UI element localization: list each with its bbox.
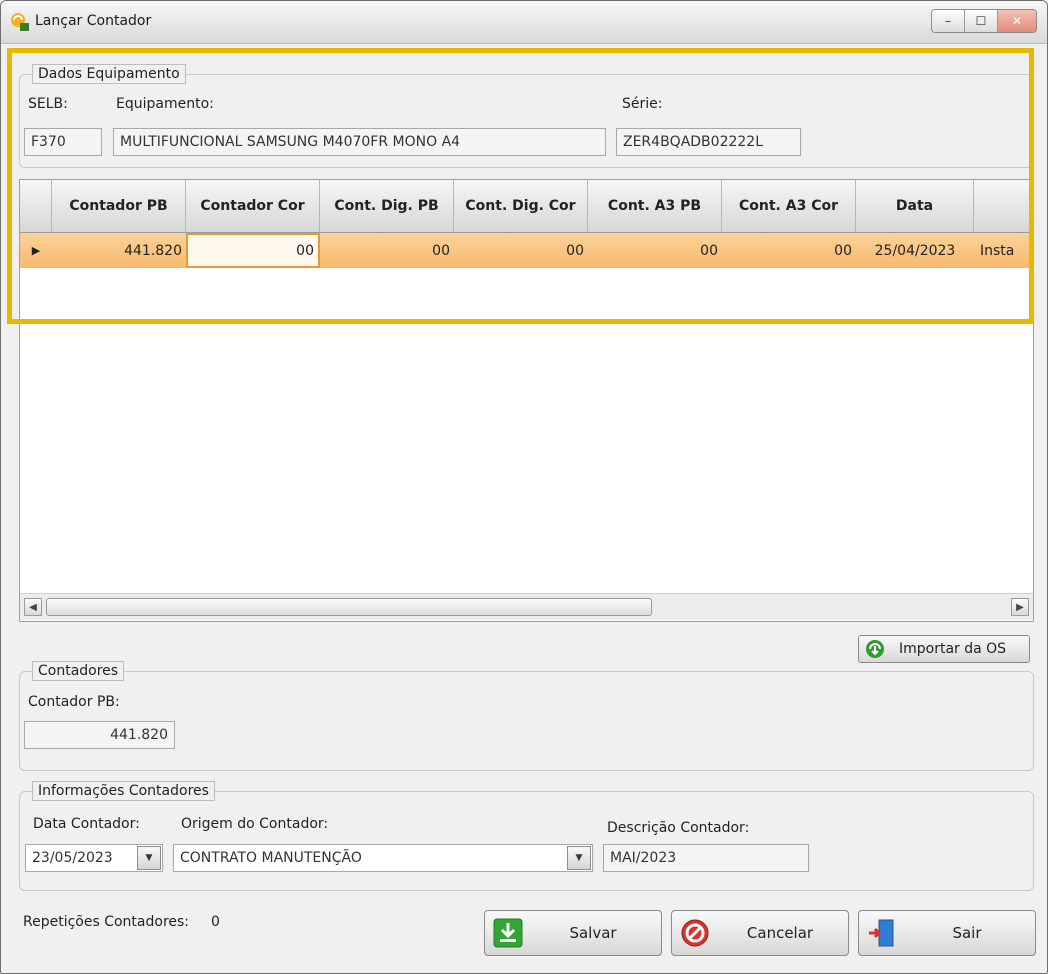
grid-header-indicator [20,180,52,232]
cell-cont-dig-pb[interactable]: 00 [320,233,454,268]
cell-cont-dig-cor[interactable]: 00 [454,233,588,268]
col-contador-cor[interactable]: Contador Cor [186,180,320,232]
cell-next[interactable]: Insta [974,233,1033,268]
window-title: Lançar Contador [35,13,152,29]
app-logo-icon [11,13,29,31]
data-contador-label: Data Contador: [33,816,140,832]
col-contador-pb[interactable]: Contador PB [52,180,186,232]
contadores-grid[interactable]: Contador PB Contador Cor Cont. Dig. PB C… [19,179,1034,622]
table-row[interactable]: ▶ 441.820 00 00 00 00 00 25/04/2023 Inst… [20,233,1033,268]
descricao-contador-label: Descrição Contador: [607,820,750,836]
cell-data[interactable]: 25/04/2023 [856,233,974,268]
sair-button[interactable]: Sair [858,910,1036,956]
contador-pb-label: Contador PB: [28,694,120,710]
informacoes-contadores-legend: Informações Contadores [32,781,215,801]
descricao-contador-field[interactable]: MAI/2023 [603,844,809,872]
date-dropdown-icon[interactable]: ▼ [137,846,161,870]
repeticoes-label: Repetições Contadores: [23,914,190,930]
cell-cont-a3-pb[interactable]: 00 [588,233,722,268]
close-button[interactable]: ✕ [998,10,1036,32]
lancar-contador-window: Lançar Contador – ☐ ✕ Dados Equipamento … [0,0,1048,974]
cell-cont-a3-cor[interactable]: 00 [722,233,856,268]
save-download-icon [493,918,523,948]
salvar-button[interactable]: Salvar [484,910,662,956]
importar-os-button[interactable]: Importar da OS [858,635,1030,663]
contadores-legend: Contadores [32,661,125,681]
col-cont-a3-cor[interactable]: Cont. A3 Cor [722,180,856,232]
informacoes-contadores-group: Informações Contadores [19,781,1034,891]
importar-os-label: Importar da OS [899,641,1007,657]
col-next[interactable] [974,180,1033,232]
scroll-thumb[interactable] [46,598,652,616]
col-data[interactable]: Data [856,180,974,232]
cancelar-button[interactable]: Cancelar [671,910,849,956]
col-cont-a3-pb[interactable]: Cont. A3 PB [588,180,722,232]
title-bar[interactable]: Lançar Contador – ☐ ✕ [1,1,1047,44]
serie-label: Série: [622,96,663,112]
cell-contador-cor[interactable]: 00 [186,233,320,268]
exit-door-icon [869,919,894,947]
repeticoes-value: 0 [211,914,220,930]
equipamento-label: Equipamento: [116,96,214,112]
salvar-label: Salvar [569,924,617,942]
grid-header: Contador PB Contador Cor Cont. Dig. PB C… [20,180,1033,233]
serie-field[interactable]: ZER4BQADB02222L [616,128,801,156]
sair-label: Sair [952,924,982,942]
cancel-icon [681,919,709,947]
cell-contador-pb[interactable]: 441.820 [52,233,186,268]
cancelar-label: Cancelar [746,924,814,942]
origem-contador-select[interactable]: CONTRATO MANUTENÇÃO [173,844,593,872]
selb-field[interactable]: F370 [24,128,102,156]
window-controls: – ☐ ✕ [931,9,1037,33]
scroll-right-icon[interactable]: ▶ [1011,598,1029,616]
col-cont-dig-cor[interactable]: Cont. Dig. Cor [454,180,588,232]
origem-dropdown-icon[interactable]: ▼ [567,846,591,870]
minimize-button[interactable]: – [932,10,965,32]
equipamento-field[interactable]: MULTIFUNCIONAL SAMSUNG M4070FR MONO A4 [113,128,606,156]
row-indicator-icon: ▶ [31,244,41,257]
maximize-button[interactable]: ☐ [965,10,998,32]
col-cont-dig-pb[interactable]: Cont. Dig. PB [320,180,454,232]
dados-equipamento-legend: Dados Equipamento [32,64,186,84]
green-refresh-icon [866,640,884,658]
selb-label: SELB: [28,96,68,112]
contador-pb-field[interactable]: 441.820 [24,721,175,749]
horizontal-scrollbar[interactable]: ◀ ▶ [20,593,1033,620]
scroll-left-icon[interactable]: ◀ [24,598,42,616]
origem-contador-label: Origem do Contador: [181,816,329,832]
